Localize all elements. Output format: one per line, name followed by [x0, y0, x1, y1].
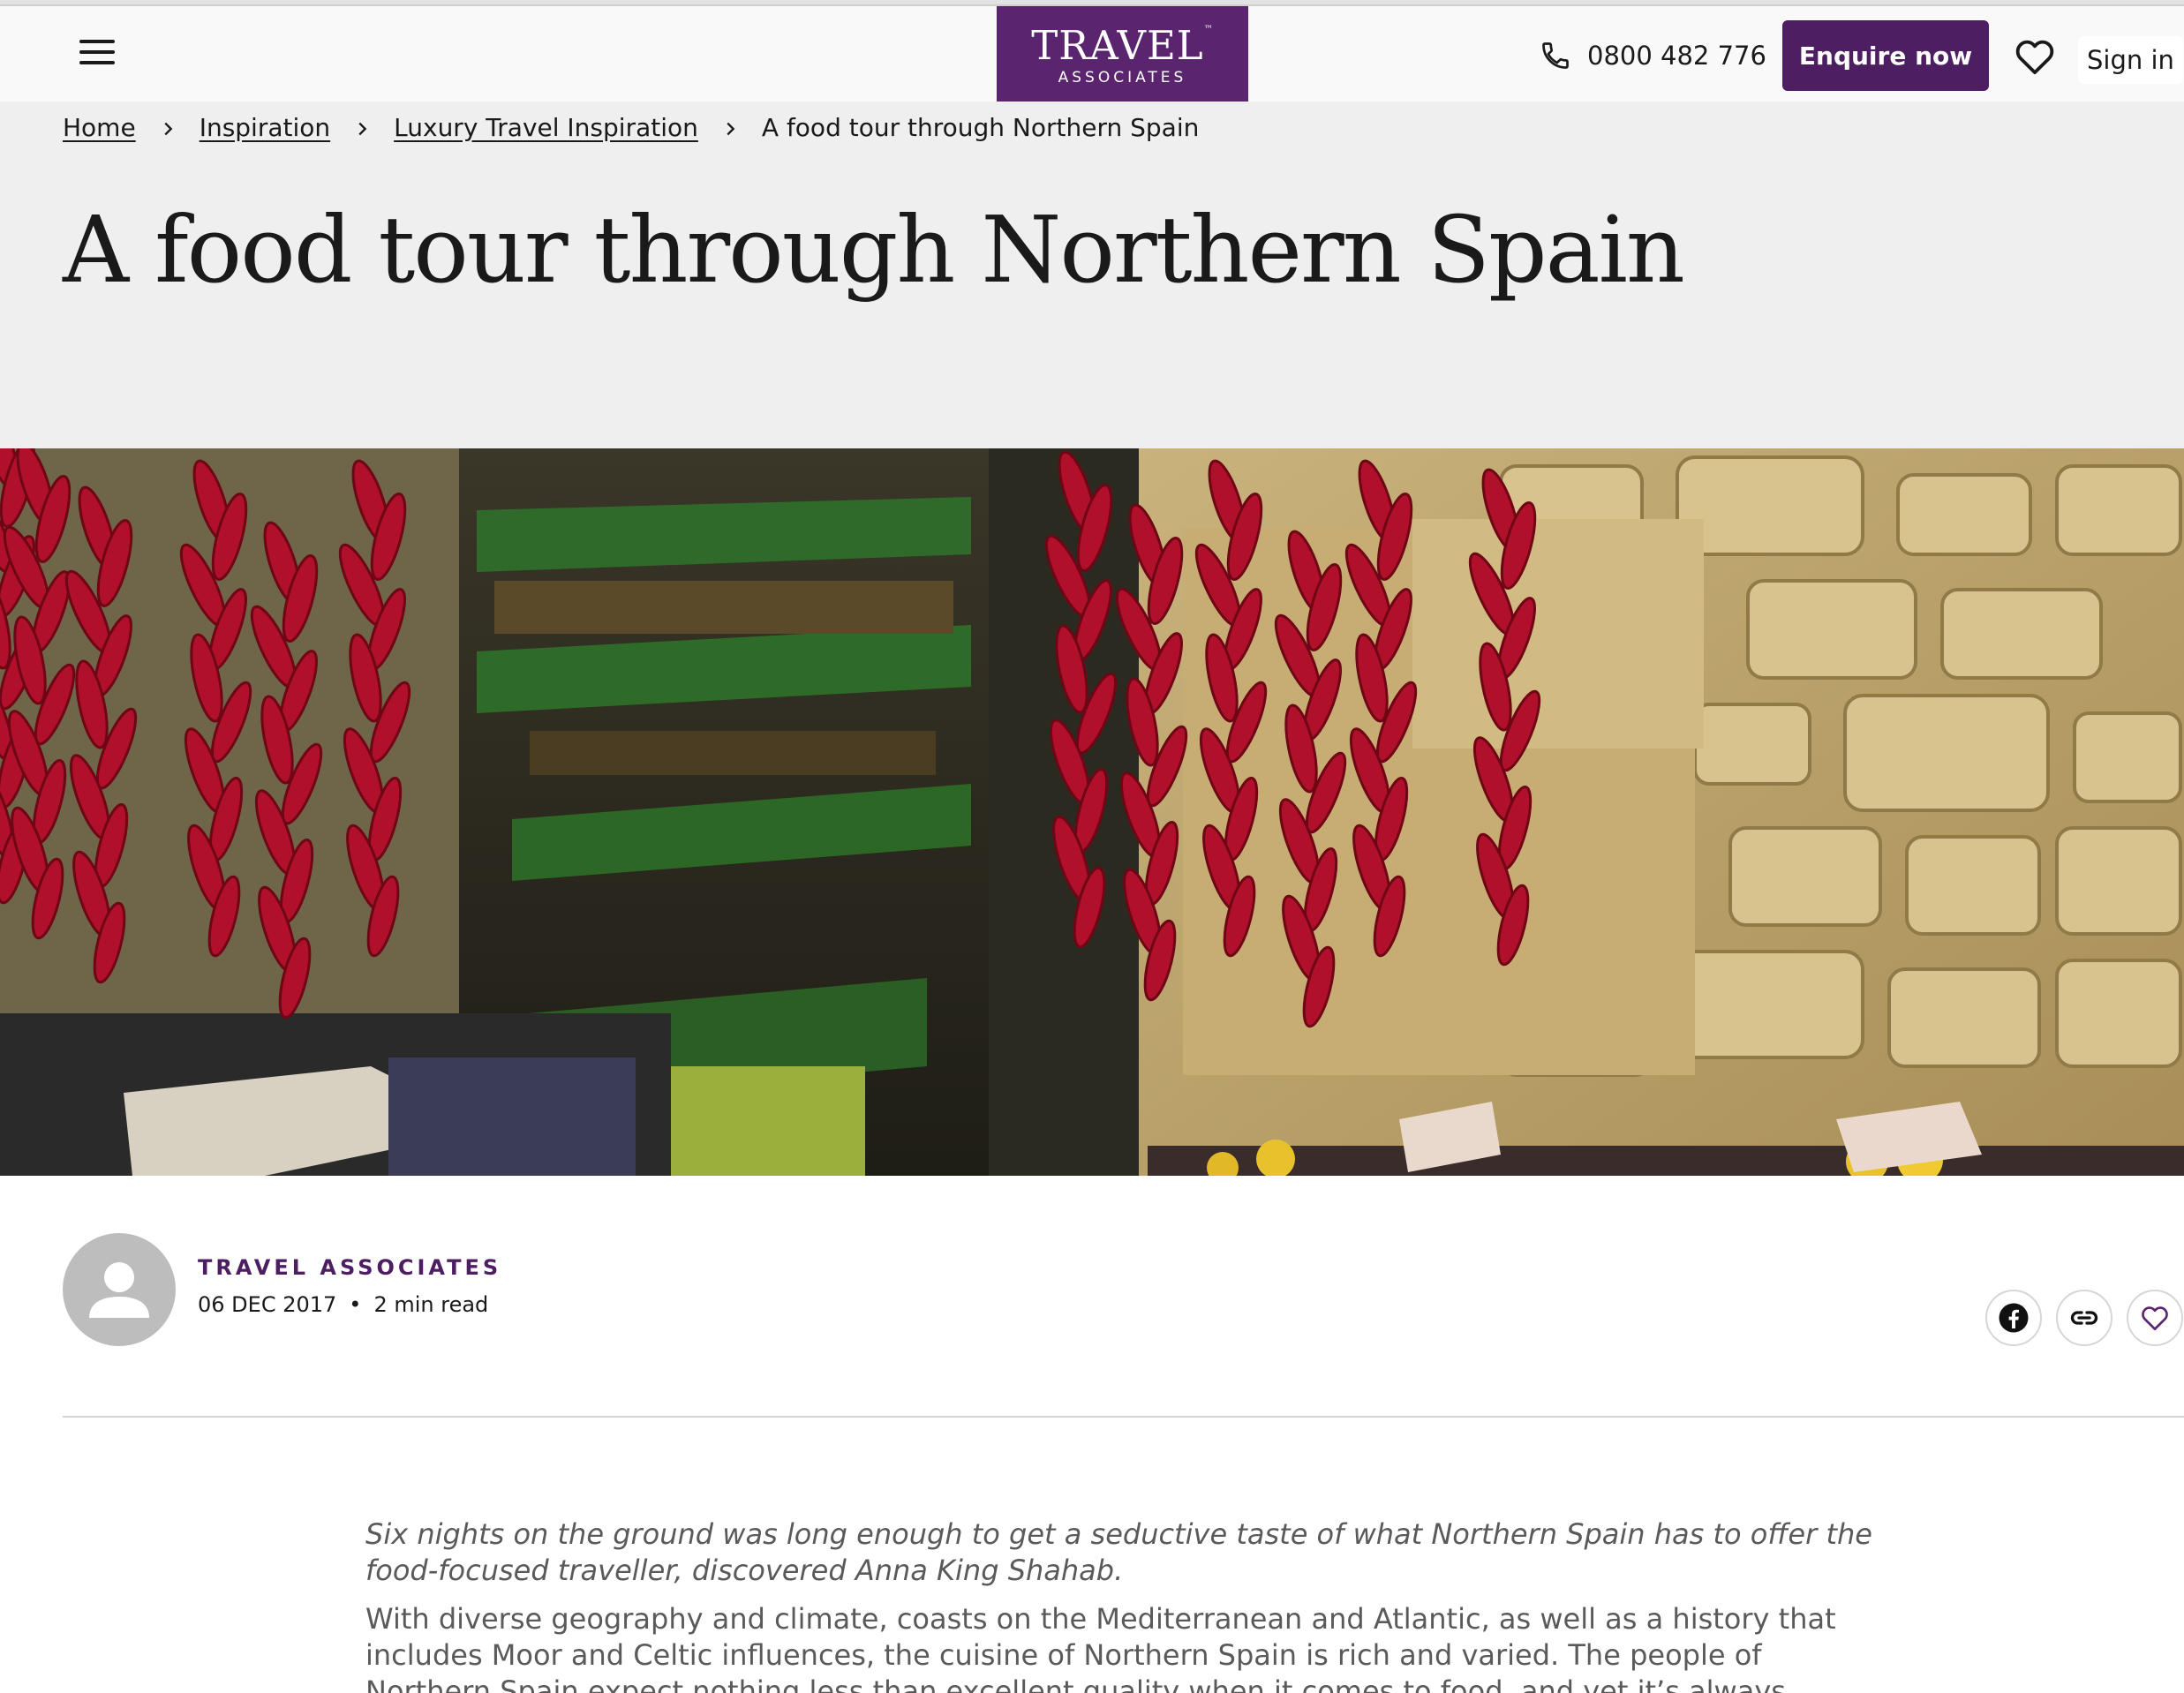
chevron-right-icon [698, 113, 762, 142]
site-header: TRAVEL™ ASSOCIATES 0800 482 776 Enquire … [0, 6, 2184, 102]
logo-subtitle: ASSOCIATES [1058, 69, 1187, 87]
author-name: TRAVEL ASSOCIATES [198, 1255, 502, 1280]
breadcrumb-inspiration[interactable]: Inspiration [200, 113, 330, 142]
chevron-right-icon [330, 113, 394, 142]
page-title: A food tour through Northern Spain [63, 196, 1685, 304]
save-article-button[interactable] [2127, 1290, 2183, 1346]
publish-date: 06 DEC 2017 [198, 1292, 337, 1317]
enquire-now-button[interactable]: Enquire now [1782, 20, 1989, 91]
breadcrumb-luxury-travel-inspiration[interactable]: Luxury Travel Inspiration [394, 113, 698, 142]
heart-icon [2142, 1306, 2168, 1330]
article-meta: 06 DEC 2017 • 2 min read [198, 1292, 488, 1317]
hamburger-menu-icon[interactable] [79, 40, 115, 66]
sign-in-link[interactable]: Sign in [2078, 36, 2183, 84]
logo-wordmark: TRAVEL™ [997, 6, 1248, 66]
breadcrumb-current: A food tour through Northern Spain [761, 112, 1200, 142]
user-placeholder-icon [63, 1233, 176, 1346]
phone-link[interactable]: 0800 482 776 [1540, 38, 1766, 73]
breadcrumb-home[interactable]: Home [63, 113, 136, 142]
hero-image [0, 448, 2184, 1176]
logo-main-text: TRAVEL [1031, 22, 1204, 69]
article-paragraph: With diverse geography and climate, coas… [365, 1602, 1836, 1693]
heart-icon[interactable] [2015, 38, 2055, 75]
travel-associates-logo[interactable]: TRAVEL™ ASSOCIATES [997, 6, 1248, 102]
facebook-icon [1999, 1303, 2029, 1333]
breadcrumb: Home Inspiration Luxury Travel Inspirati… [63, 112, 1200, 142]
chevron-right-icon [136, 113, 200, 142]
section-divider [63, 1416, 2184, 1418]
link-icon [2070, 1311, 2098, 1325]
meta-separator: • [349, 1292, 362, 1317]
top-border [0, 0, 2184, 6]
logo-trademark: ™ [1203, 25, 1214, 34]
share-facebook-button[interactable] [1985, 1290, 2042, 1346]
copy-link-button[interactable] [2056, 1290, 2112, 1346]
read-time: 2 min read [373, 1292, 489, 1317]
article-lede: Six nights on the ground was long enough… [365, 1517, 1872, 1587]
phone-number: 0800 482 776 [1587, 41, 1766, 71]
phone-icon [1542, 42, 1569, 69]
